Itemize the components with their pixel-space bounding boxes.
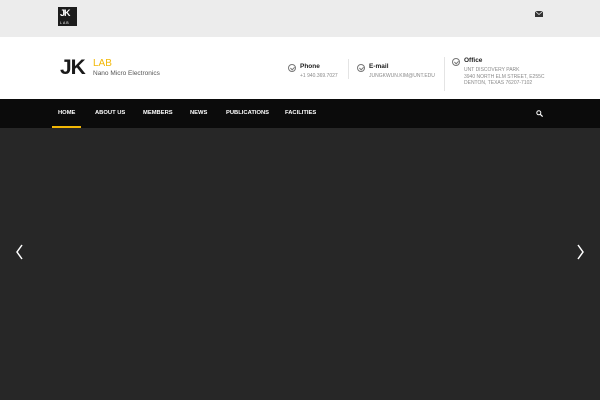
hero-slider	[0, 128, 600, 400]
brand-lab: LAB	[93, 58, 112, 69]
check-circle-icon	[357, 64, 365, 72]
chevron-left-icon[interactable]	[13, 242, 25, 262]
nav-item-members[interactable]: MEMBERS	[143, 99, 173, 128]
site-header: JK LAB Nano Micro Electronics Phone +1 9…	[0, 37, 600, 99]
main-nav: HOME ABOUT US MEMBERS NEWS PUBLICATIONS …	[0, 99, 600, 128]
check-circle-icon	[452, 58, 460, 66]
search-icon[interactable]	[536, 110, 543, 117]
contact-phone-value: +1 940.369.7027	[300, 73, 338, 79]
contact-email-title: E-mail	[369, 63, 389, 70]
divider	[444, 57, 445, 91]
nav-item-facilities[interactable]: FACILITIES	[285, 99, 316, 128]
check-circle-icon	[288, 64, 296, 72]
chevron-right-icon[interactable]	[575, 242, 587, 262]
contact-phone-title: Phone	[300, 63, 320, 70]
nav-item-about-us[interactable]: ABOUT US	[95, 99, 125, 128]
contact-office-line-3: DENTON, TEXAS 76207-7102	[464, 80, 533, 86]
brand-jk: JK	[60, 56, 86, 79]
top-logo-lab: LAB	[60, 21, 70, 25]
top-bar: JK LAB	[0, 0, 600, 37]
divider	[348, 59, 349, 79]
nav-item-news[interactable]: NEWS	[190, 99, 207, 128]
nav-item-publications[interactable]: PUBLICATIONS	[226, 99, 269, 128]
envelope-icon[interactable]	[535, 11, 543, 17]
contact-email-value[interactable]: JUNGKWUN.KIM@UNT.EDU	[369, 73, 435, 80]
nav-item-home[interactable]: HOME	[51, 99, 82, 128]
top-logo-jk: JK	[60, 8, 70, 18]
brand-subtitle: Nano Micro Electronics	[93, 70, 160, 77]
top-logo[interactable]: JK LAB	[58, 7, 77, 26]
contact-office-title: Office	[464, 57, 483, 64]
